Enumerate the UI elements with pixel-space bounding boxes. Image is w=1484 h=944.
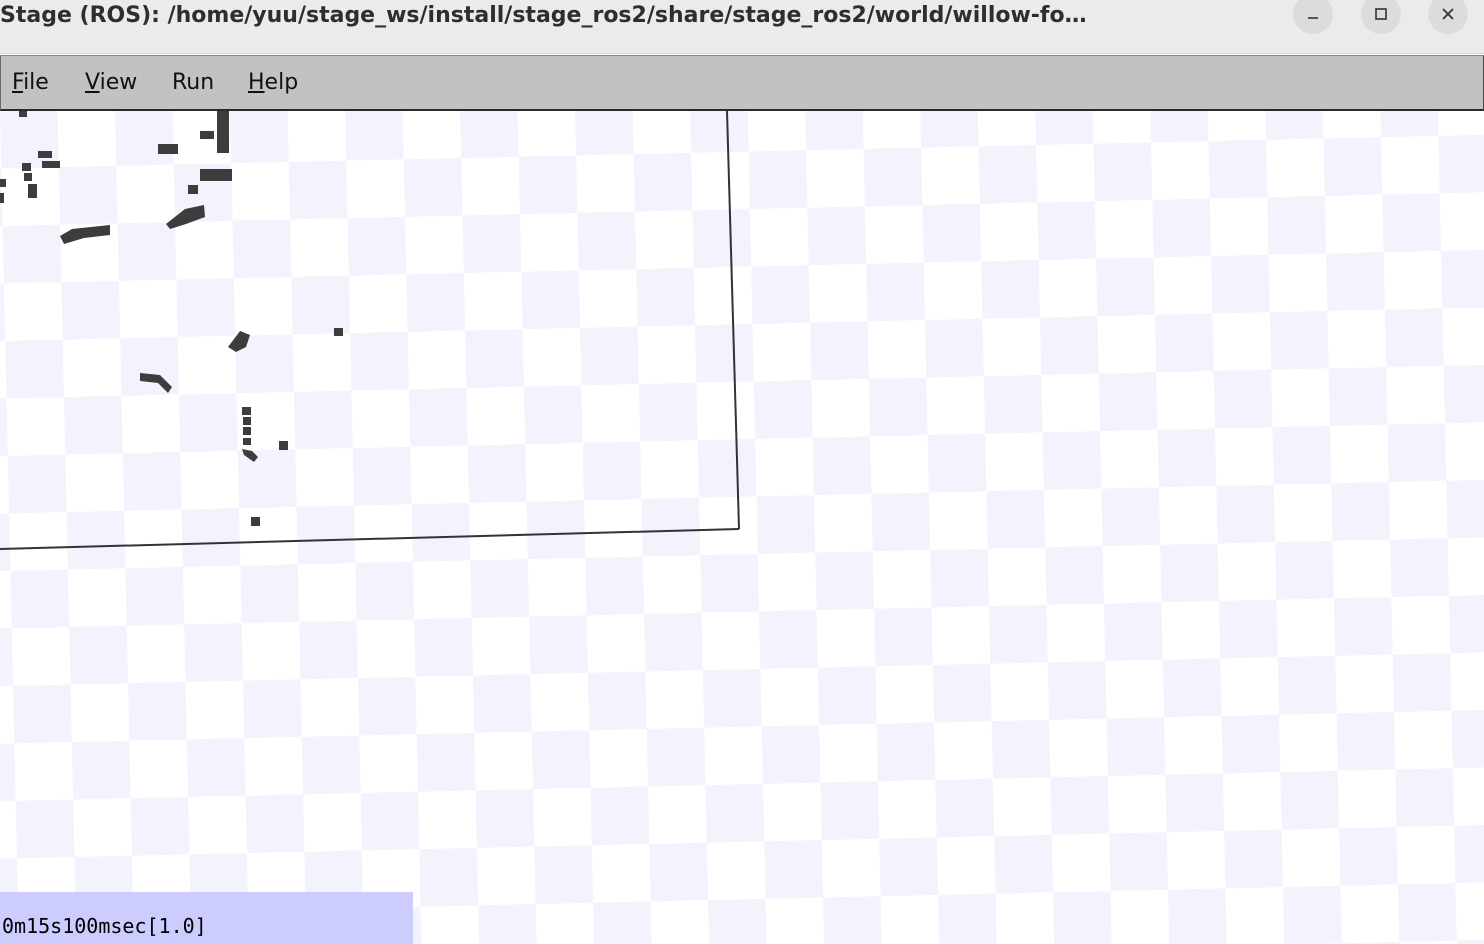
floor-checkerboard (0, 111, 1484, 944)
menu-run[interactable]: Run (172, 70, 214, 96)
sim-time-label: 0m15s100msec[1.0] (2, 914, 207, 938)
minimize-icon (1305, 6, 1321, 22)
close-icon (1440, 6, 1456, 22)
menu-view[interactable]: View (85, 70, 137, 96)
window-title: Stage (ROS): /home/yuu/stage_ws/install/… (0, 3, 1087, 28)
minimize-button[interactable] (1293, 0, 1333, 34)
stage-window: Stage (ROS): /home/yuu/stage_ws/install/… (0, 0, 1484, 944)
menu-help[interactable]: Help (248, 70, 298, 96)
simulation-canvas[interactable] (0, 111, 1484, 944)
status-panel: 0m15s100msec[1.0] (0, 892, 413, 944)
close-button[interactable] (1428, 0, 1468, 34)
title-bar[interactable]: Stage (ROS): /home/yuu/stage_ws/install/… (0, 0, 1484, 54)
menu-bar: File View Run Help (0, 55, 1484, 111)
maximize-button[interactable] (1361, 0, 1401, 34)
menu-file[interactable]: File (12, 70, 49, 96)
maximize-icon (1373, 6, 1389, 22)
